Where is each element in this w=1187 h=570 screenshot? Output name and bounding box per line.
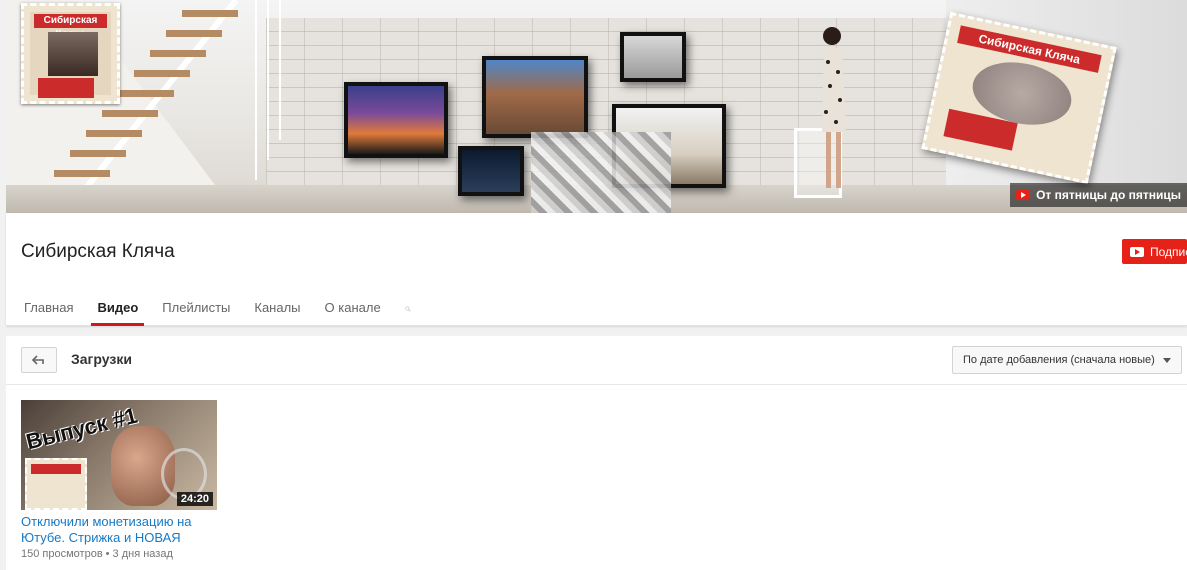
video-meta: 150 просмотров • 3 дня назад [21,548,217,560]
picture-frame-city [458,146,524,196]
picture-frame-old-town [482,56,588,138]
channel-title: Сибирская Кляча [21,241,175,262]
avatar-stamp: Сибирская Кляча [30,12,111,98]
video-thumbnail[interactable]: Выпуск #1 24:20 [21,400,217,510]
tab-channels[interactable]: Каналы [242,294,312,326]
avatar-title: Сибирская Кляча [34,14,107,40]
avatar-label [38,78,94,98]
video-item: Выпуск #1 24:20 Отключили монетизацию на… [21,400,217,560]
subscribe-label: Подписаться [1150,244,1187,259]
sort-label: По дате добавления (сначала новые) [963,354,1155,366]
channel-link[interactable]: От пятницы до пятницы [1010,183,1187,207]
thumbnail-stamp [25,458,87,510]
channel-avatar[interactable]: Сибирская Кляча [21,3,120,104]
subscribe-button[interactable]: Подписаться [1122,239,1187,264]
video-duration: 24:20 [176,492,213,506]
photo-collage [531,132,671,213]
meta-separator: • [105,548,110,560]
sort-dropdown[interactable]: По дате добавления (сначала новые) [952,346,1182,374]
channel-search-button[interactable] [393,294,423,326]
back-button[interactable] [21,347,57,373]
search-icon [405,306,411,312]
channel-tabs: Главная Видео Плейлисты Каналы О канале [12,294,423,326]
youtube-icon [1016,190,1031,200]
picture-frame-night-road [344,82,448,158]
tab-home[interactable]: Главная [12,294,85,326]
channel-header: Сибирская Кляча Подписаться Главная Виде… [6,213,1187,326]
channel-link-label: От пятницы до пятницы [1036,188,1181,202]
avatar-photo [48,32,98,76]
picture-frame-room [620,32,686,82]
section-header: Загрузки По дате добавления (сначала нов… [6,336,1187,385]
tab-about[interactable]: О канале [313,294,393,326]
chevron-down-icon [1162,357,1171,363]
video-age: 3 дня назад [112,548,173,560]
tab-playlists[interactable]: Плейлисты [150,294,242,326]
video-views: 150 просмотров [21,548,103,560]
tab-videos[interactable]: Видео [85,294,150,326]
back-arrow-icon [31,355,44,365]
videos-section: Загрузки По дате добавления (сначала нов… [6,336,1187,570]
woman-figure [822,27,846,188]
video-title-link[interactable]: Отключили монетизацию на Ютубе. Стрижка … [21,514,217,546]
channel-banner: Сибирская Кляча От пятницы до пятницы [6,0,1187,213]
youtube-icon [1130,246,1144,257]
section-title: Загрузки [71,351,132,367]
